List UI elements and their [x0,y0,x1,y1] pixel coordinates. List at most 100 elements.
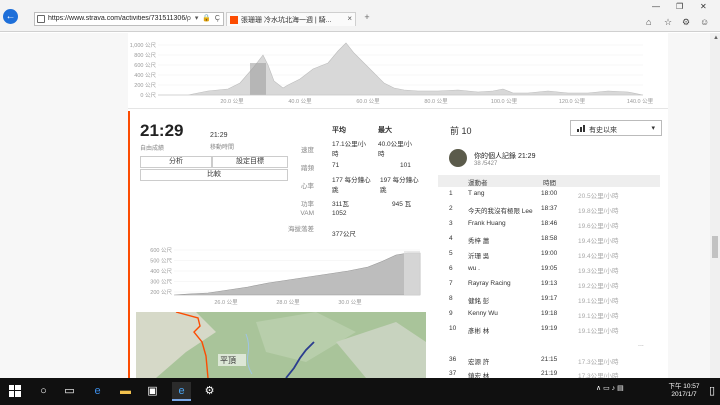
leaderboard-speed: 19.1公里/小時 [578,298,619,305]
stat-label-heartrate: 心率 [301,183,314,190]
analysis-button[interactable]: 分析 [140,156,212,168]
stat-label-vam: VAM [300,210,314,217]
elevation-x-tick: 120.0 公里 [559,98,586,105]
leaderboard-athlete-name: Kenny Wu [468,310,498,317]
leaderboard-rank: 7 [449,280,453,287]
leaderboard-rank: 4 [449,235,453,242]
leaderboard-rank: 2 [449,205,453,212]
segment-elevation-y-tick: 600 公尺 [150,247,172,254]
favorites-icon[interactable]: ☆ [664,17,672,28]
close-window-button[interactable]: ✕ [700,2,707,11]
browser-tab[interactable]: 張珊珊 冷水坑北海一週 | 騎... × [226,12,356,26]
settings-icon[interactable]: ⚙ [200,382,219,401]
leaderboard-row[interactable]: 9 Kenny Wu 19:18 19.1公里/小時 [438,309,660,320]
leaderboard-row[interactable]: 1 T ang 18:00 20.5公里/小時 [438,189,660,200]
leaderboard-time: 18:46 [541,220,558,227]
elevation-y-tick: 0 公尺 [140,92,156,99]
elevation-profile-area [158,42,644,96]
elevation-chart: 1,000 公尺 800 公尺 600 公尺 400 公尺 200 公尺 0 公尺 20.… [130,42,654,105]
notification-icon[interactable]: ▯ [706,382,718,401]
leaderboard-time: 19:13 [541,280,558,287]
leaderboard-filter-dropdown[interactable]: 有史以來 ▾ [570,120,662,136]
leaderboard-athlete-name: 健銘 彭 [468,298,490,305]
leaderboard-athlete-name: 今天的我沒有極限 Lee [468,208,533,215]
windows-taskbar: ○ ▭ e ▬ ▣ e ⚙ ∧ ▭ ♪ ▤ 下午 10:57 2017/1/7 … [0,378,720,405]
leaderboard-row-extra[interactable]: 36 宏源 許 21:15 17.3公里/小時 [438,355,660,366]
leaderboard-speed: 19.2公里/小時 [578,283,619,290]
store-icon[interactable]: ▣ [143,382,162,401]
elevation-y-tick: 600 公尺 [134,62,156,69]
leaderboard-rank: 10 [449,325,457,332]
stat-max-cadence: 101 [400,162,411,169]
leaderboard-row[interactable]: 5 沂珊 吳 19:00 19.4公里/小時 [438,249,660,260]
segment-elevation-y-tick: 500 公尺 [150,258,172,265]
clock-time: 下午 10:57 [668,383,700,390]
edge-icon[interactable]: e [88,382,107,401]
leaderboard-rank: 8 [449,295,453,302]
tab-close-icon[interactable]: × [347,14,352,23]
maximize-button[interactable]: ❐ [676,2,683,11]
windows-start-icon[interactable] [5,382,24,401]
personal-record-title: 你的個人記錄 21:29 [474,153,536,160]
address-bar-icons[interactable]: ρ ▾ 🔒 Ç [187,14,221,22]
feedback-icon[interactable]: ☺ [700,17,709,27]
new-tab-button[interactable]: + [360,12,374,26]
scrollbar-thumb[interactable] [712,236,718,258]
elevation-x-tick: 20.0 公里 [220,98,244,105]
stat-avg-speed: 17.1公里/小時 [332,141,366,158]
leaderboard-athlete-name: 沂珊 吳 [468,253,490,260]
elapsed-time-label: 移動時間 [210,145,235,151]
minimize-button[interactable]: — [652,2,660,11]
elevation-x-tick: 80.0 公里 [424,98,448,105]
clock-date: 2017/1/7 [671,391,697,398]
leaderboard-row[interactable]: 4 秀梓 蕭 18:58 19.4公里/小時 [438,234,660,245]
leaderboard-time: 18:37 [541,205,558,212]
leaderboard-row[interactable]: 7 Rayray Racing 19:13 19.2公里/小時 [438,279,660,290]
leaderboard-row[interactable]: 6 wu . 19:05 19.3公里/小時 [438,264,660,275]
leaderboard-row[interactable]: 3 Frank Huang 18:46 19.6公里/小時 [438,219,660,230]
system-tray-icons[interactable]: ∧ ▭ ♪ ▤ [596,384,624,392]
address-bar[interactable]: https://www.strava.com/activities/731511… [34,12,224,26]
leaderboard-athlete-name: 彥彬 林 [468,328,490,335]
athlete-column-header: 運動者 [468,180,488,187]
leaderboard-row[interactable]: 2 今天的我沒有極限 Lee 18:37 19.8公里/小時 [438,204,660,215]
time-column-header: 時間 [543,180,556,187]
leaderboard-speed: 19.1公里/小時 [578,313,619,320]
leaderboard-time: 18:00 [541,190,558,197]
set-goal-button[interactable]: 設定目標 [212,156,288,168]
leaderboard-speed: 19.1公里/小時 [578,328,619,335]
leaderboard-athlete-name: Rayray Racing [468,280,511,287]
route-map[interactable]: 平頂 [136,312,426,378]
stat-avg-power: 311瓦 [332,201,349,208]
compare-button[interactable]: 比較 [140,169,288,181]
internet-explorer-icon[interactable]: e [172,382,191,401]
bar-chart-icon [577,125,585,132]
file-explorer-icon[interactable]: ▬ [116,382,135,401]
elevation-y-tick: 400 公尺 [134,72,156,79]
leaderboard-time: 19:19 [541,325,558,332]
task-view-icon[interactable]: ▭ [60,382,79,401]
url-text[interactable]: https://www.strava.com/activities/731511… [48,15,188,22]
segment-profile-area [173,252,421,296]
elevation-y-tick: 800 公尺 [134,52,156,59]
page-icon [37,15,45,23]
segment-elevation-x-tick: 30.0 公里 [338,299,362,306]
stat-elevation-gain: 377公尺 [332,231,356,238]
stat-avg-heartrate: 177 每分鐘心跳 [332,177,371,194]
leaderboard-rank: 1 [449,190,453,197]
elevation-x-tick: 40.0 公里 [288,98,312,105]
scroll-up-arrow[interactable]: ▲ [713,35,719,41]
elevation-y-tick: 200 公尺 [134,82,156,89]
leaderboard-time: 18:58 [541,235,558,242]
elevation-x-tick: 100.0 公里 [491,98,518,105]
home-icon[interactable]: ⌂ [646,17,651,27]
personal-record-row[interactable]: 你的個人記錄 21:29 38 /5427 [446,146,660,172]
leaderboard-rank: 36 [449,356,457,363]
taskbar-clock[interactable]: 下午 10:57 2017/1/7 [664,383,704,399]
back-button[interactable]: ← [3,9,18,24]
settings-icon[interactable]: ⚙ [682,17,690,28]
leaderboard-row[interactable]: 8 健銘 彭 19:17 19.1公里/小時 [438,294,660,305]
search-icon[interactable]: ○ [34,382,53,401]
leaderboard-row[interactable]: 10 彥彬 林 19:19 19.1公里/小時 [438,324,660,335]
page-scrollbar[interactable] [710,33,720,378]
